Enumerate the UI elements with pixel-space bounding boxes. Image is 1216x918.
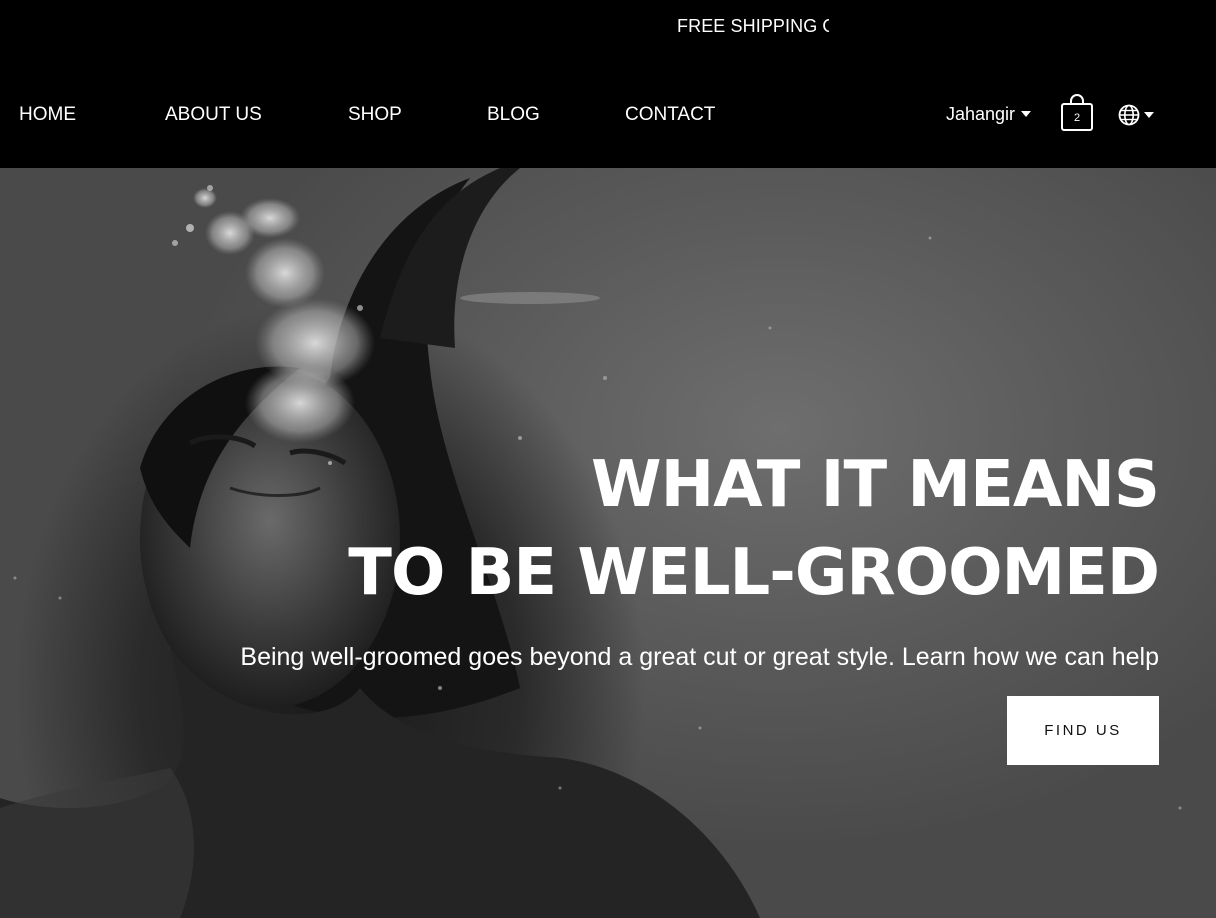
account-dropdown[interactable]: Jahangir xyxy=(946,102,1032,126)
nav-shop[interactable]: SHOP xyxy=(348,103,402,127)
nav-contact[interactable]: CONTACT xyxy=(625,103,715,127)
language-selector[interactable] xyxy=(1118,104,1154,126)
hero-title-line-2: TO BE WELL-GROOMED xyxy=(348,536,1160,610)
announcement-marquee: FREE SHIPPING ON ALL ORDERS xyxy=(677,16,829,36)
hero-subtitle: Being well-groomed goes beyond a great c… xyxy=(240,643,1159,671)
cart-button[interactable]: 2 xyxy=(1060,94,1094,132)
hero-title-line-1: WHAT IT MEANS xyxy=(591,448,1160,522)
account-name: Jahangir xyxy=(946,104,1016,124)
site-header: FREE SHIPPING ON ALL ORDERS HOME ABOUT U… xyxy=(0,0,1216,168)
nav-home[interactable]: HOME xyxy=(19,103,76,127)
chevron-down-icon xyxy=(1144,112,1154,118)
hero-banner: WHAT IT MEANS TO BE WELL-GROOMED Being w… xyxy=(0,168,1216,918)
cart-count-badge: 2 xyxy=(1073,112,1081,124)
nav-blog[interactable]: BLOG xyxy=(487,103,540,127)
hero-title: WHAT IT MEANS TO BE WELL-GROOMED xyxy=(348,441,1160,617)
globe-icon xyxy=(1118,104,1140,126)
chevron-down-icon xyxy=(1021,111,1032,117)
find-us-button[interactable]: FIND US xyxy=(1007,696,1159,765)
nav-about-us[interactable]: ABOUT US xyxy=(165,103,262,127)
